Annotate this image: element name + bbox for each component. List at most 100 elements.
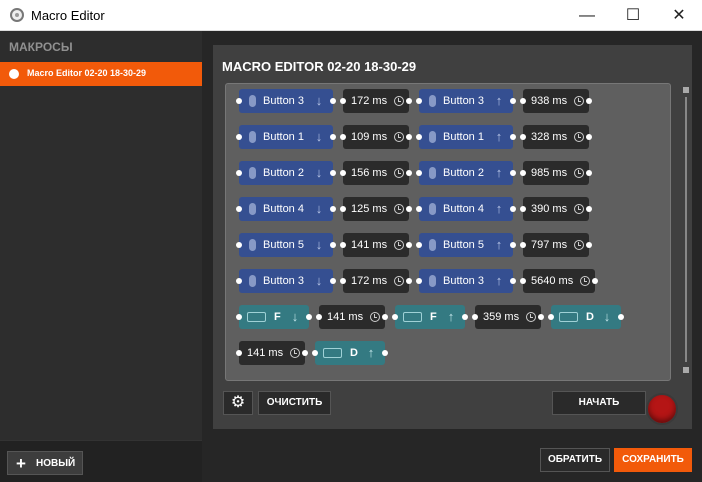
connector-dot[interactable]: [302, 350, 308, 356]
connector-dot[interactable]: [306, 314, 312, 320]
connector-dot[interactable]: [236, 170, 242, 176]
key-step[interactable]: D ↑: [312, 341, 388, 365]
scroll-track[interactable]: [685, 97, 687, 362]
connector-dot[interactable]: [510, 206, 516, 212]
connector-dot[interactable]: [538, 314, 544, 320]
connector-dot[interactable]: [236, 206, 242, 212]
connector-dot[interactable]: [406, 242, 412, 248]
connector-dot[interactable]: [406, 98, 412, 104]
macro-canvas[interactable]: Button 3 ↓ 172 ms Button 3 ↑ 938 ms Button 1 ↓ 1…: [225, 83, 671, 381]
mouse-step[interactable]: Button 3 ↑: [416, 89, 516, 113]
connector-dot[interactable]: [340, 242, 346, 248]
connector-dot[interactable]: [330, 134, 336, 140]
mouse-step[interactable]: Button 1 ↑: [416, 125, 516, 149]
connector-dot[interactable]: [330, 170, 336, 176]
connector-dot[interactable]: [416, 170, 422, 176]
save-button[interactable]: СОХРАНИТЬ: [614, 448, 692, 472]
connector-dot[interactable]: [330, 98, 336, 104]
connector-dot[interactable]: [520, 134, 526, 140]
connector-dot[interactable]: [340, 134, 346, 140]
connector-dot[interactable]: [340, 278, 346, 284]
key-step[interactable]: F ↓: [236, 305, 312, 329]
delay-step[interactable]: 5640 ms: [520, 269, 598, 293]
connector-dot[interactable]: [406, 206, 412, 212]
connector-dot[interactable]: [416, 98, 422, 104]
connector-dot[interactable]: [520, 206, 526, 212]
connector-dot[interactable]: [382, 314, 388, 320]
connector-dot[interactable]: [510, 134, 516, 140]
mouse-step[interactable]: Button 4 ↓: [236, 197, 336, 221]
close-button[interactable]: ✕: [656, 0, 702, 31]
sidebar-item-macro[interactable]: Macro Editor 02-20 18-30-29: [0, 62, 202, 86]
delay-step[interactable]: 156 ms: [340, 161, 412, 185]
mouse-step[interactable]: Button 2 ↓: [236, 161, 336, 185]
connector-dot[interactable]: [316, 314, 322, 320]
connector-dot[interactable]: [236, 98, 242, 104]
connector-dot[interactable]: [548, 314, 554, 320]
connector-dot[interactable]: [330, 242, 336, 248]
key-step[interactable]: F ↑: [392, 305, 468, 329]
delay-step[interactable]: 172 ms: [340, 269, 412, 293]
connector-dot[interactable]: [340, 170, 346, 176]
connector-dot[interactable]: [312, 350, 318, 356]
clear-button[interactable]: ОЧИСТИТЬ: [258, 391, 331, 415]
connector-dot[interactable]: [340, 206, 346, 212]
delay-step[interactable]: 172 ms: [340, 89, 412, 113]
connector-dot[interactable]: [416, 242, 422, 248]
settings-button[interactable]: ⚙: [223, 391, 253, 415]
connector-dot[interactable]: [382, 350, 388, 356]
delay-step[interactable]: 125 ms: [340, 197, 412, 221]
mouse-step[interactable]: Button 5 ↑: [416, 233, 516, 257]
delay-step[interactable]: 985 ms: [520, 161, 592, 185]
delay-step[interactable]: 797 ms: [520, 233, 592, 257]
connector-dot[interactable]: [236, 350, 242, 356]
record-button[interactable]: [646, 393, 678, 425]
connector-dot[interactable]: [416, 278, 422, 284]
scroll-down-icon[interactable]: [683, 367, 689, 373]
connector-dot[interactable]: [340, 98, 346, 104]
connector-dot[interactable]: [520, 278, 526, 284]
connector-dot[interactable]: [586, 242, 592, 248]
connector-dot[interactable]: [416, 206, 422, 212]
connector-dot[interactable]: [510, 98, 516, 104]
delay-step[interactable]: 141 ms: [340, 233, 412, 257]
connector-dot[interactable]: [586, 98, 592, 104]
delay-step[interactable]: 359 ms: [472, 305, 544, 329]
connector-dot[interactable]: [586, 206, 592, 212]
connector-dot[interactable]: [406, 278, 412, 284]
mouse-step[interactable]: Button 2 ↑: [416, 161, 516, 185]
new-macro-button[interactable]: + НОВЫЙ: [7, 451, 83, 475]
mouse-step[interactable]: Button 4 ↑: [416, 197, 516, 221]
mouse-step[interactable]: Button 1 ↓: [236, 125, 336, 149]
connector-dot[interactable]: [586, 170, 592, 176]
connector-dot[interactable]: [618, 314, 624, 320]
connector-dot[interactable]: [406, 170, 412, 176]
scroll-up-icon[interactable]: [683, 87, 689, 93]
key-step[interactable]: D ↓: [548, 305, 624, 329]
mouse-step[interactable]: Button 5 ↓: [236, 233, 336, 257]
connector-dot[interactable]: [472, 314, 478, 320]
connector-dot[interactable]: [586, 134, 592, 140]
connector-dot[interactable]: [510, 278, 516, 284]
connector-dot[interactable]: [462, 314, 468, 320]
connector-dot[interactable]: [520, 242, 526, 248]
connector-dot[interactable]: [416, 134, 422, 140]
connector-dot[interactable]: [236, 134, 242, 140]
delay-step[interactable]: 390 ms: [520, 197, 592, 221]
canvas-scrollbar[interactable]: [682, 87, 689, 377]
connector-dot[interactable]: [406, 134, 412, 140]
mouse-step[interactable]: Button 3 ↓: [236, 89, 336, 113]
connector-dot[interactable]: [330, 278, 336, 284]
delay-step[interactable]: 141 ms: [236, 341, 308, 365]
connector-dot[interactable]: [592, 278, 598, 284]
mouse-step[interactable]: Button 3 ↑: [416, 269, 516, 293]
delay-step[interactable]: 938 ms: [520, 89, 592, 113]
delay-step[interactable]: 141 ms: [316, 305, 388, 329]
connector-dot[interactable]: [520, 98, 526, 104]
connector-dot[interactable]: [236, 314, 242, 320]
restore-button[interactable]: ОБРАТИТЬ: [540, 448, 610, 472]
connector-dot[interactable]: [392, 314, 398, 320]
delay-step[interactable]: 109 ms: [340, 125, 412, 149]
connector-dot[interactable]: [330, 206, 336, 212]
maximize-button[interactable]: ☐: [610, 0, 656, 31]
